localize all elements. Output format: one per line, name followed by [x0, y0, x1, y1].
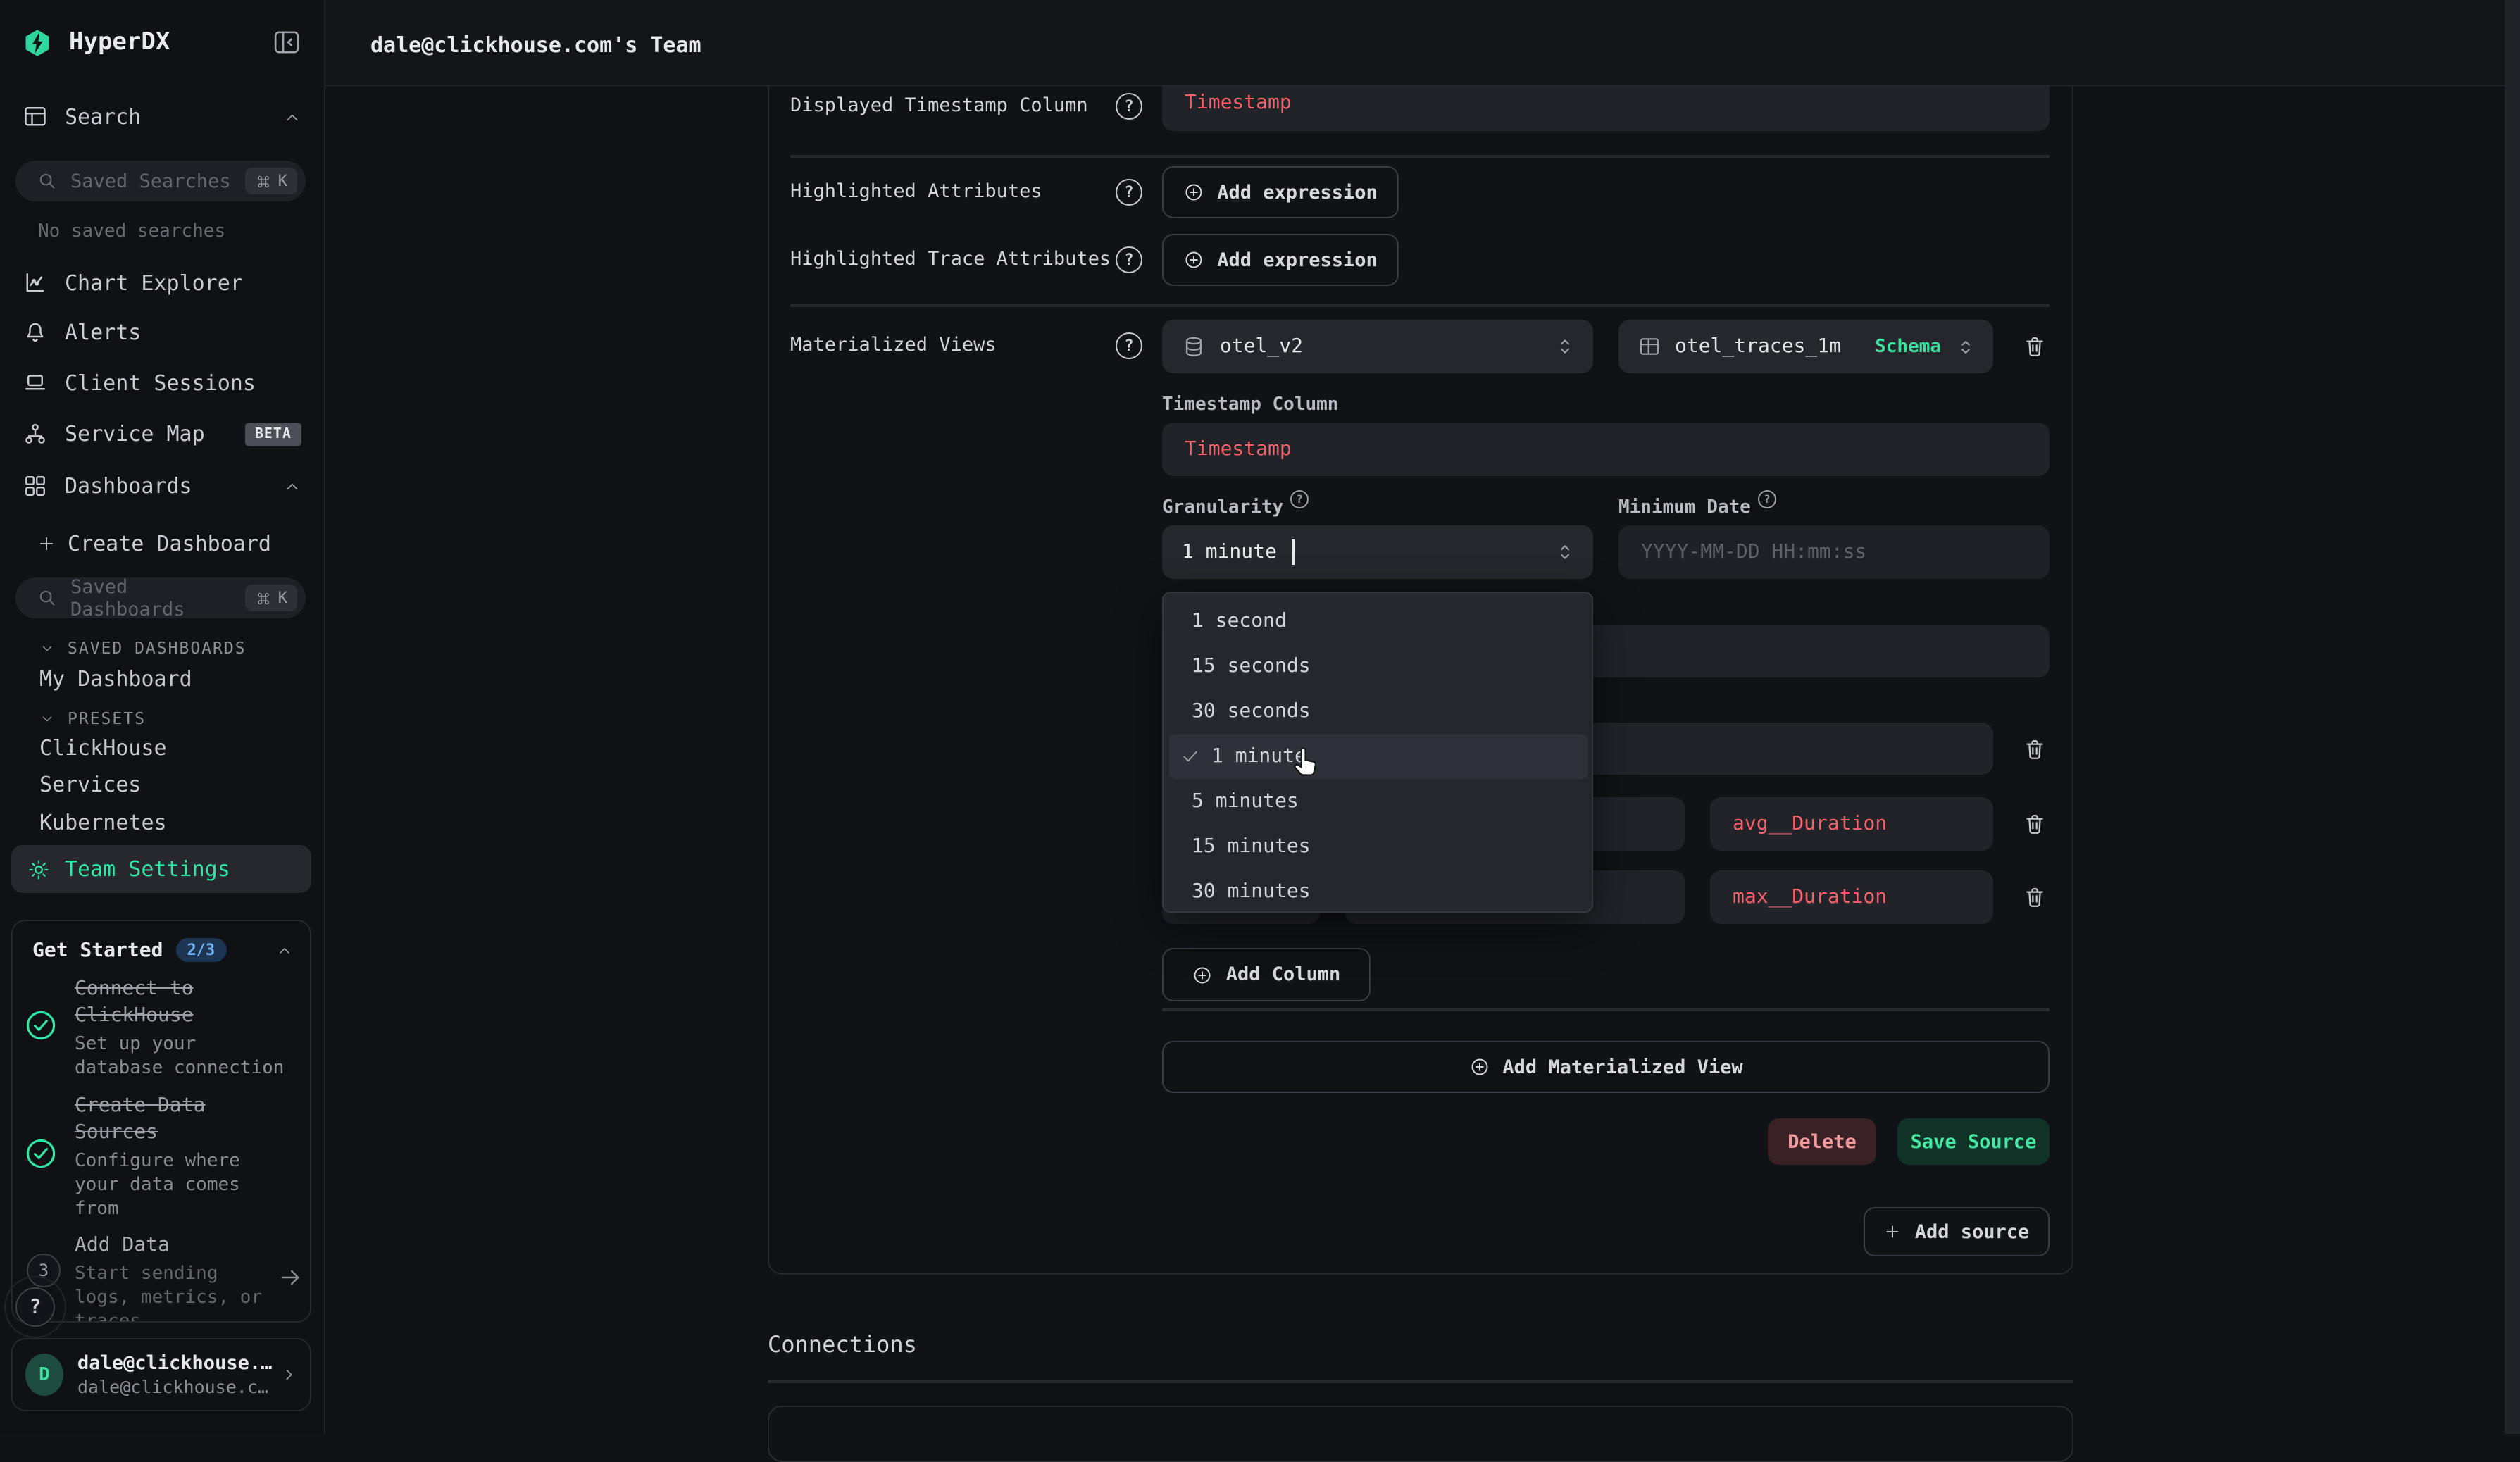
dropdown-option[interactable]: 1 second [1169, 599, 1588, 644]
search-section-icon [23, 104, 48, 130]
hyperdx-logo-icon [23, 26, 52, 58]
saved-dashboards-input[interactable]: Saved Dashboards K [15, 577, 306, 618]
create-dashboard-label: Create Dashboard [68, 531, 271, 556]
team-settings-label: Team Settings [65, 856, 230, 882]
sidebar-item-label: Chart Explorer [65, 270, 243, 296]
check-circle-icon [24, 1137, 58, 1170]
dropdown-option[interactable]: 15 minutes [1169, 824, 1588, 869]
task-desc: Start sending logs, metrics, or traces [75, 1262, 272, 1323]
beta-badge: BETA [245, 422, 301, 446]
connections-panel [768, 1406, 2073, 1462]
chevron-up-icon[interactable] [283, 477, 301, 495]
shortcut-badge: K [246, 585, 297, 611]
dropdown-option[interactable]: 5 minutes [1169, 779, 1588, 824]
sidebar-item-label: Search [65, 104, 141, 130]
connections-heading: Connections [768, 1331, 917, 1358]
sidebar-item-my-dashboard[interactable]: My Dashboard [39, 666, 192, 692]
sidebar-item-clickhouse[interactable]: ClickHouse [39, 735, 167, 761]
saved-searches-placeholder: Saved Searches [70, 170, 233, 192]
sidebar-item-services[interactable]: Services [39, 772, 142, 797]
service-map-icon [23, 421, 48, 446]
user-name: dale@clickhouse.… [77, 1351, 253, 1375]
get-started-item-add-data[interactable]: Add Data Start sending logs, metrics, or… [75, 1232, 272, 1323]
chevron-up-icon[interactable] [283, 108, 301, 126]
granularity-dropdown: 1 second 15 seconds 30 seconds 1 minute … [1162, 592, 1593, 913]
section-presets[interactable]: PRESETS [39, 704, 146, 732]
check-circle-icon [24, 1008, 58, 1042]
saved-dashboards-placeholder: Saved Dashboards [70, 575, 233, 620]
scrollbar-track[interactable] [2505, 0, 2520, 1434]
chevron-down-icon [39, 711, 55, 726]
no-saved-searches-text: No saved searches [38, 221, 225, 242]
cmd-icon [256, 589, 273, 606]
create-dashboard-button[interactable]: Create Dashboard [37, 527, 316, 561]
check-icon [1180, 746, 1200, 766]
gear-icon [27, 857, 51, 881]
dropdown-option[interactable]: 30 minutes [1169, 869, 1588, 914]
task-desc: Configure where your data comes from [75, 1149, 293, 1221]
app-title: HyperDX [69, 28, 170, 56]
saved-searches-input[interactable]: Saved Searches K [15, 161, 306, 201]
sidebar: HyperDX Search Saved Searches K No saved… [0, 0, 325, 1434]
sidebar-item-dashboards[interactable]: Dashboards [23, 469, 301, 503]
sidebar-item-kubernetes[interactable]: Kubernetes [39, 810, 167, 835]
chevron-right-icon [281, 1365, 299, 1385]
section-saved-dashboards[interactable]: SAVED DASHBOARDS [39, 634, 247, 662]
get-started-progress-badge: 2/3 [175, 938, 226, 962]
divider [768, 1380, 2073, 1382]
dropdown-option[interactable]: 15 seconds [1169, 644, 1588, 689]
get-started-header[interactable]: Get Started 2/3 [32, 938, 293, 962]
sidebar-item-chart-explorer[interactable]: Chart Explorer [23, 266, 301, 300]
task-title: Create Data Sources [75, 1093, 289, 1147]
get-started-item-create-sources[interactable]: Create Data Sources Configure where your… [75, 1093, 293, 1221]
sidebar-item-service-map[interactable]: Service Map BETA [23, 417, 301, 451]
dropdown-option[interactable]: 30 seconds [1169, 689, 1588, 734]
task-desc: Set up your database connection [75, 1032, 293, 1080]
page-title: dale@clickhouse.com's Team [370, 32, 701, 58]
collapse-sidebar-icon[interactable] [272, 28, 301, 56]
search-icon [37, 587, 58, 608]
sidebar-item-client-sessions[interactable]: Client Sessions [23, 366, 301, 400]
sidebar-item-search[interactable]: Search [23, 100, 301, 134]
cmd-icon [256, 173, 273, 189]
get-started-card: Get Started 2/3 Connect to ClickHouse Se… [11, 920, 311, 1323]
arrow-right-icon[interactable] [277, 1265, 303, 1290]
user-menu[interactable]: D dale@clickhouse.… dale@clickhouse.c… [11, 1338, 311, 1411]
get-started-title: Get Started [32, 939, 163, 961]
chevron-down-icon [39, 640, 55, 656]
sidebar-item-label: Alerts [65, 320, 141, 345]
chart-explorer-icon [23, 270, 48, 296]
avatar: D [25, 1354, 63, 1396]
search-icon [37, 170, 58, 192]
laptop-icon [23, 370, 48, 396]
sidebar-item-label: Service Map [65, 421, 205, 446]
task-title: Add Data [75, 1232, 272, 1259]
plus-icon [37, 534, 56, 554]
sidebar-item-alerts[interactable]: Alerts [23, 315, 301, 349]
top-bar: dale@clickhouse.com's Team [324, 0, 2520, 86]
task-title: Connect to ClickHouse [75, 976, 289, 1030]
shortcut-badge: K [246, 168, 297, 194]
get-started-item-connect[interactable]: Connect to ClickHouse Set up your databa… [75, 976, 293, 1080]
bell-icon [23, 320, 48, 345]
sidebar-item-label: Client Sessions [65, 370, 256, 396]
user-email: dale@clickhouse.c… [77, 1375, 253, 1398]
dashboards-icon [23, 473, 48, 499]
logo-row: HyperDX [23, 25, 301, 59]
chevron-up-icon[interactable] [276, 942, 293, 958]
mouse-cursor-pointer [1290, 744, 1324, 780]
sidebar-item-label: Dashboards [65, 473, 192, 499]
dropdown-option-selected[interactable]: 1 minute [1169, 734, 1588, 779]
help-button[interactable]: ? [15, 1287, 55, 1327]
sidebar-item-team-settings[interactable]: Team Settings [11, 845, 311, 893]
